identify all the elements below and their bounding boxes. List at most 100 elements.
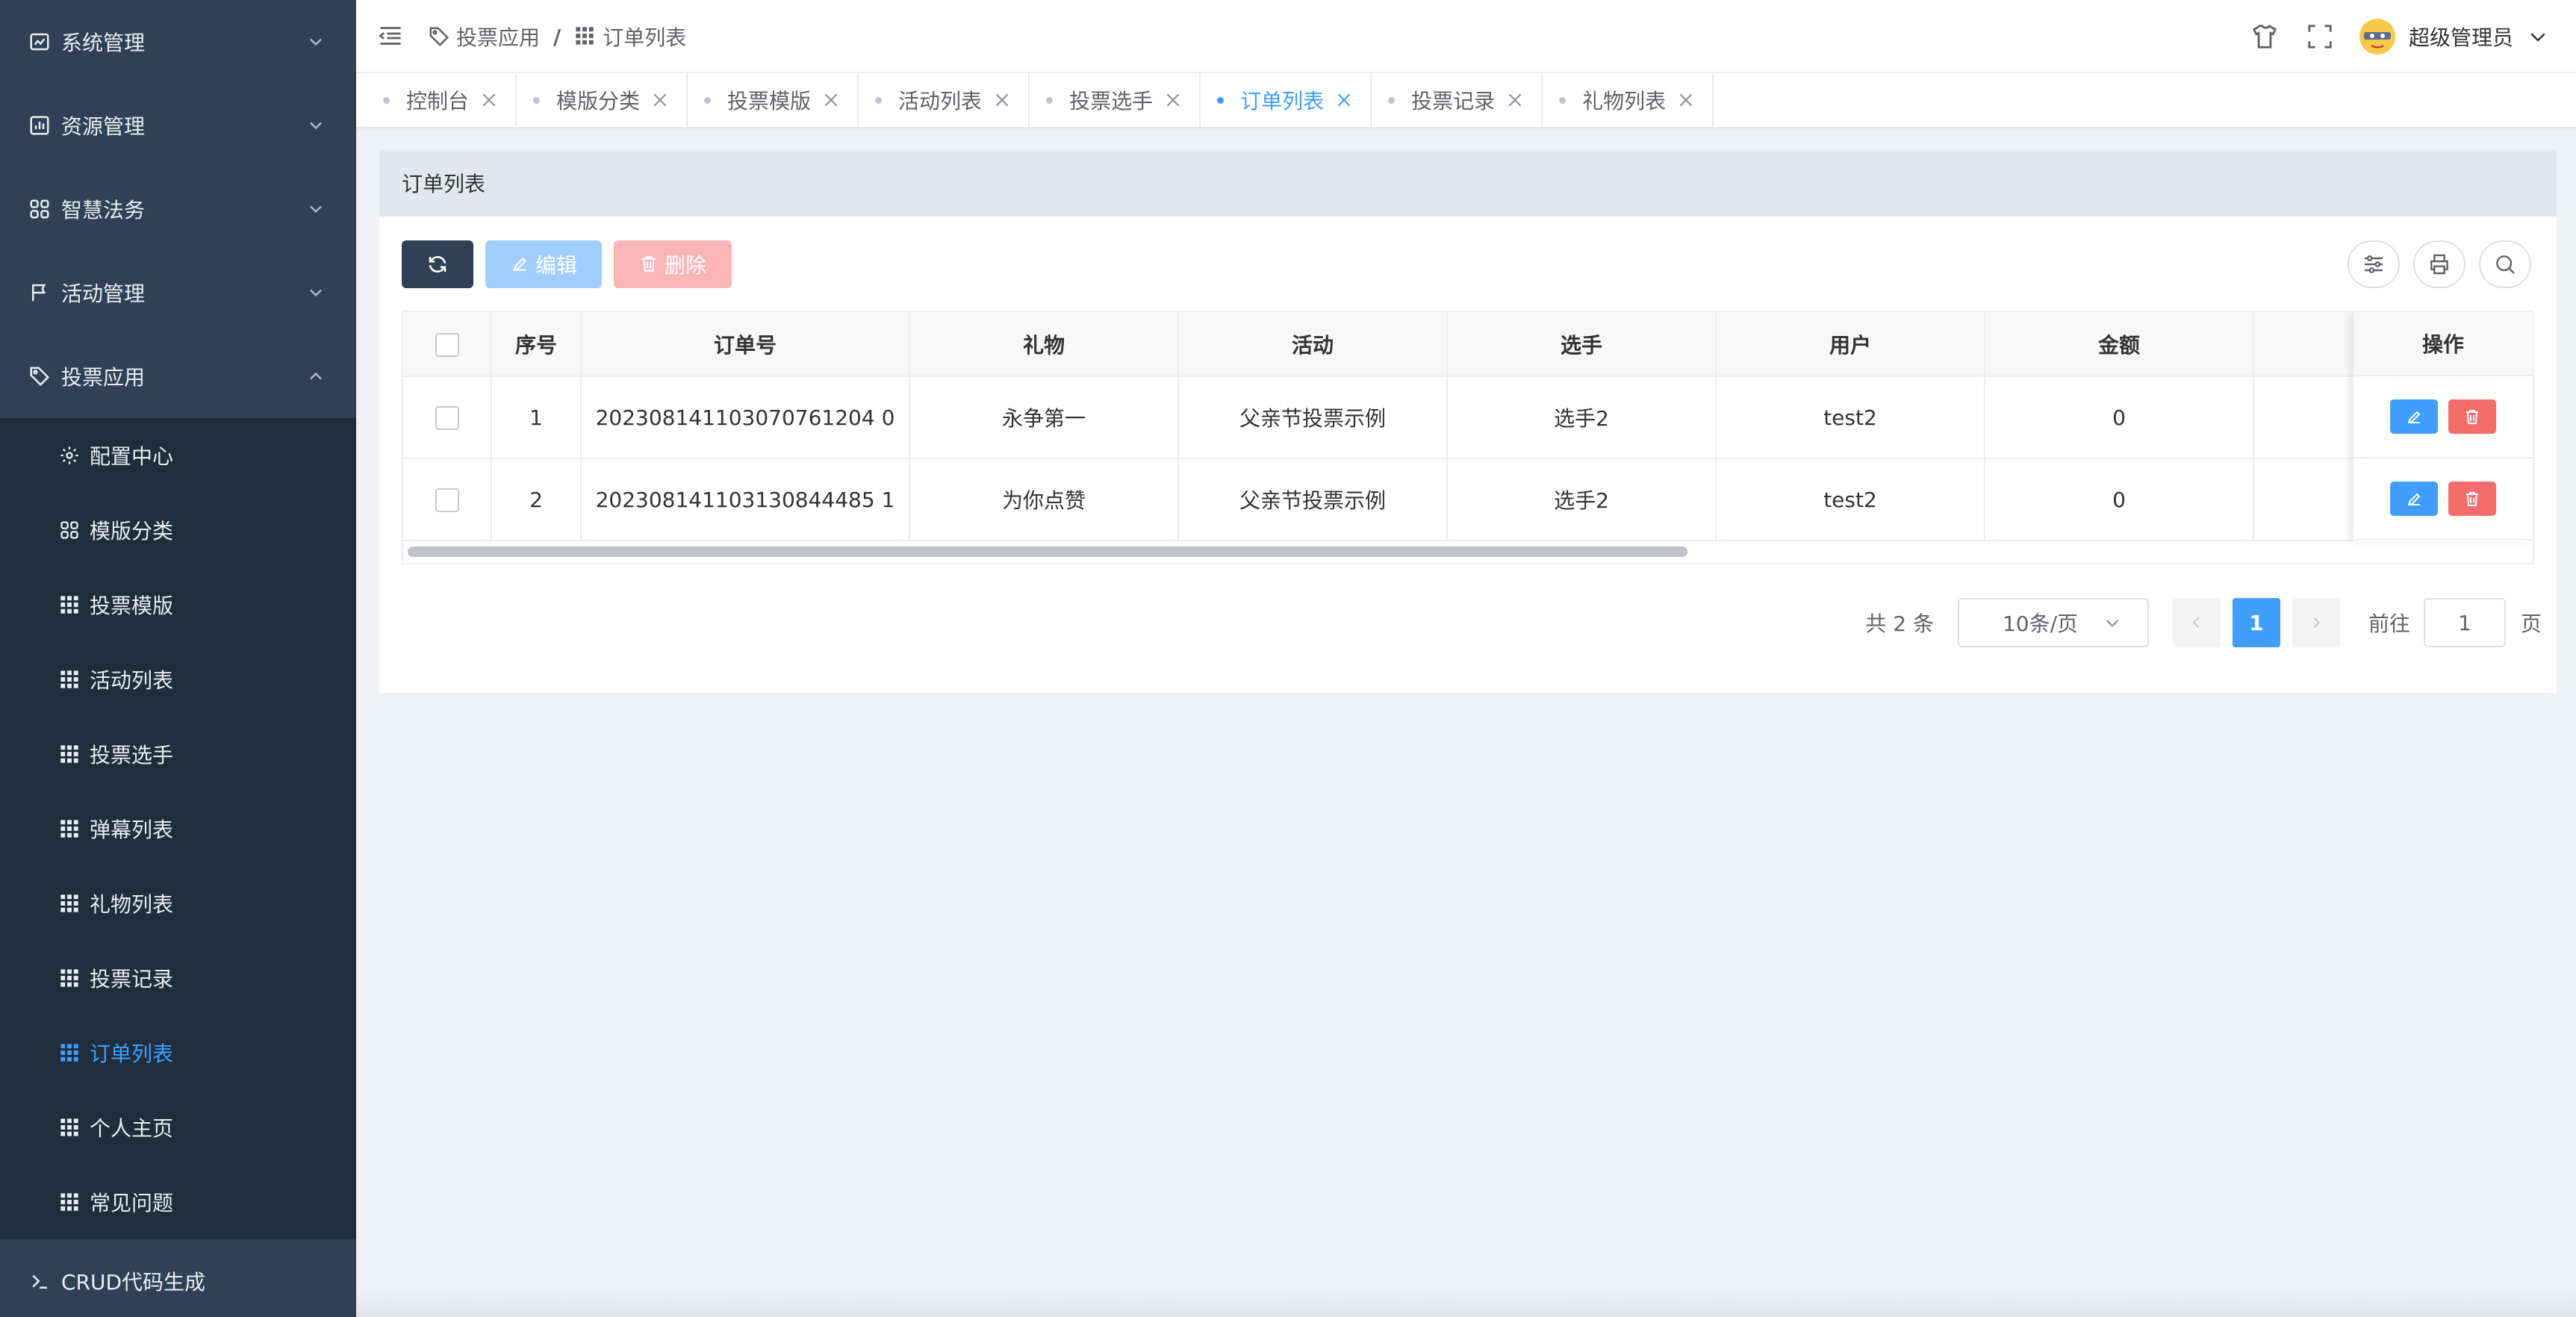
- select-all-checkbox[interactable]: [435, 332, 459, 357]
- menu-system[interactable]: 系统管理: [0, 0, 356, 84]
- printer-icon: [2430, 254, 2448, 275]
- tab-activity-list[interactable]: 活动列表: [859, 73, 1030, 127]
- sidebar-item-faq[interactable]: 常见问题: [0, 1165, 356, 1239]
- chevron-down-icon: [2106, 619, 2119, 627]
- close-icon[interactable]: [821, 90, 841, 110]
- column-header[interactable]: 选手: [1447, 312, 1717, 377]
- sidebar-item-label: 常见问题: [90, 1191, 174, 1215]
- close-icon[interactable]: [1334, 90, 1354, 110]
- menu-activity[interactable]: 活动管理: [0, 251, 356, 334]
- row-checkbox[interactable]: [435, 488, 459, 512]
- refresh-button[interactable]: [402, 240, 473, 288]
- column-header[interactable]: 金额: [1985, 312, 2254, 377]
- sidebar-item-order-list[interactable]: 订单列表: [0, 1015, 356, 1090]
- cell-order-no: 202308141103070761204 0: [581, 376, 910, 459]
- sidebar-item-vote-template[interactable]: 投票模版: [0, 567, 356, 642]
- tab-label: 模版分类: [556, 89, 641, 113]
- column-header[interactable]: 订单号: [581, 312, 910, 377]
- theme-shirt-icon[interactable]: [2249, 21, 2280, 52]
- next-page-button[interactable]: [2292, 598, 2340, 647]
- tab-vote-template[interactable]: 投票模版: [688, 73, 859, 127]
- tab-dot: [1388, 96, 1396, 104]
- tab-dashboard[interactable]: 控制台: [367, 73, 517, 127]
- tab-dot: [1046, 96, 1054, 104]
- sidebar-item-profile[interactable]: 个人主页: [0, 1090, 356, 1165]
- sidebar-item-config[interactable]: 配置中心: [0, 418, 356, 493]
- action-cell: [2353, 376, 2533, 458]
- row-edit-button[interactable]: [2390, 482, 2438, 516]
- close-icon[interactable]: [1676, 90, 1696, 110]
- column-header[interactable]: 活动: [1178, 312, 1448, 377]
- row-edit-button[interactable]: [2390, 399, 2438, 434]
- close-icon[interactable]: [1163, 90, 1183, 110]
- vote-app-submenu: 配置中心 模版分类 投票模版 活动列表 投票选手 弹幕列表 礼物列表 投票记录 …: [0, 418, 356, 1239]
- tab-template-category[interactable]: 模版分类: [517, 73, 688, 127]
- column-header[interactable]: 序号: [491, 312, 582, 377]
- dashboard-icon: [27, 29, 52, 55]
- page-number-button[interactable]: 1: [2232, 598, 2280, 647]
- goto-page-input[interactable]: 1: [2423, 598, 2506, 647]
- column-header[interactable]: 用户: [1716, 312, 1985, 377]
- tab-order-list[interactable]: 订单列表: [1201, 73, 1372, 127]
- column-header[interactable]: 礼物: [909, 312, 1179, 377]
- close-icon[interactable]: [1505, 90, 1525, 110]
- close-icon[interactable]: [992, 90, 1012, 110]
- delete-button-label: 删除: [664, 253, 706, 278]
- tab-vote-player[interactable]: 投票选手: [1030, 73, 1201, 127]
- fullscreen-icon[interactable]: [2304, 21, 2336, 52]
- tab-label: 控制台: [406, 89, 470, 113]
- row-checkbox[interactable]: [435, 406, 459, 430]
- search-toggle-button[interactable]: [2479, 240, 2531, 288]
- action-column: 操作: [2353, 312, 2533, 542]
- prev-page-button[interactable]: [2172, 598, 2221, 647]
- row-delete-button[interactable]: [2448, 482, 2496, 516]
- menu-label: 活动管理: [61, 281, 146, 306]
- menu-fold-icon[interactable]: [377, 22, 404, 49]
- horizontal-scrollbar[interactable]: [408, 547, 1687, 557]
- chart-icon: [27, 113, 52, 138]
- tab-label: 活动列表: [898, 89, 983, 113]
- table-header-row: 序号 订单号 礼物 活动 选手 用户 金额 1: [403, 312, 2533, 377]
- delete-button[interactable]: 删除: [614, 240, 732, 288]
- dots-grid-icon: [58, 594, 81, 616]
- menu-legal[interactable]: 智慧法务: [0, 167, 356, 251]
- row-delete-button[interactable]: [2448, 399, 2496, 434]
- breadcrumb-item[interactable]: 投票应用: [456, 22, 540, 52]
- tab-label: 投票记录: [1411, 89, 1496, 113]
- select-cell: [403, 458, 492, 541]
- chevron-down-icon: [310, 38, 322, 46]
- cell-index: 2: [491, 458, 582, 541]
- avatar[interactable]: [2359, 19, 2395, 55]
- sidebar-item-template-category[interactable]: 模版分类: [0, 493, 356, 567]
- order-list-card: 订单列表 编辑 删除 序号 订单号 礼物 活动 选手 用户 金额 1 20230…: [379, 149, 2557, 693]
- chevron-right-icon: [2313, 617, 2320, 629]
- tab-vote-record[interactable]: 投票记录: [1372, 73, 1543, 127]
- table-row[interactable]: 2 202308141103130844485 1 为你点赞 父亲节投票示例 选…: [403, 458, 2533, 541]
- menu-resource[interactable]: 资源管理: [0, 84, 356, 167]
- close-icon[interactable]: [650, 90, 670, 110]
- print-button[interactable]: [2413, 240, 2465, 288]
- page-size-select[interactable]: 10条/页: [1957, 598, 2149, 647]
- tab-gift-list[interactable]: 礼物列表: [1543, 73, 1714, 127]
- grid-icon: [58, 519, 81, 541]
- cell-activity: 父亲节投票示例: [1178, 458, 1448, 541]
- menu-crud-generator[interactable]: CRUD代码生成: [0, 1239, 356, 1317]
- top-header: 投票应用 / 订单列表 超级管理员: [356, 0, 2576, 73]
- username[interactable]: 超级管理员: [2409, 22, 2513, 52]
- chevron-down-icon[interactable]: [2527, 25, 2549, 48]
- sidebar-item-danmaku[interactable]: 弹幕列表: [0, 791, 356, 866]
- sidebar-item-label: 投票模版: [90, 594, 174, 618]
- close-icon[interactable]: [479, 90, 499, 110]
- sidebar-item-activity-list[interactable]: 活动列表: [0, 642, 356, 717]
- edit-icon: [2408, 411, 2421, 423]
- sidebar-item-label: 订单列表: [90, 1042, 174, 1066]
- sidebar-item-vote-player[interactable]: 投票选手: [0, 717, 356, 791]
- column-settings-button[interactable]: [2348, 240, 2400, 288]
- sidebar-item-vote-record[interactable]: 投票记录: [0, 941, 356, 1015]
- chevron-down-icon: [310, 289, 322, 297]
- sidebar-item-gift-list[interactable]: 礼物列表: [0, 866, 356, 941]
- edit-button[interactable]: 编辑: [485, 240, 602, 288]
- menu-vote-app[interactable]: 投票应用: [0, 334, 356, 418]
- table-row[interactable]: 1 202308141103070761204 0 永争第一 父亲节投票示例 选…: [403, 376, 2533, 459]
- menu-label: CRUD代码生成: [61, 1270, 206, 1295]
